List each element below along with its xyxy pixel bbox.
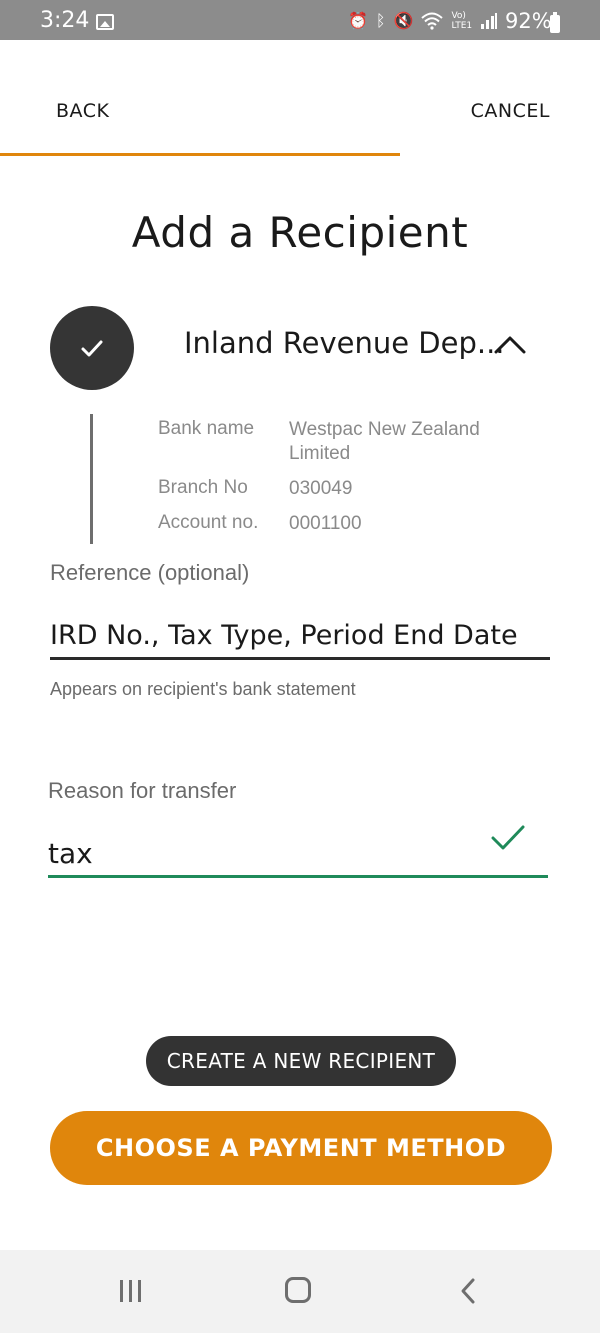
gallery-icon <box>96 14 114 30</box>
reference-label: Reference (optional) <box>50 560 250 585</box>
bluetooth-icon: ᛒ <box>375 11 386 30</box>
branch-no-value: 030049 <box>289 478 353 499</box>
recent-apps-icon[interactable] <box>118 1278 144 1304</box>
check-icon <box>81 340 103 357</box>
wifi-icon <box>421 12 444 30</box>
progress-bar <box>0 153 600 156</box>
volte-icon: Vo) LTE1 <box>451 11 473 31</box>
signal-icon <box>481 13 498 29</box>
bank-name-label: Bank name <box>158 418 255 439</box>
reference-helper-text: Appears on recipient's bank statement <box>50 679 356 699</box>
valid-check-icon <box>491 825 525 850</box>
chevron-up-icon[interactable] <box>492 332 528 356</box>
account-no-label: Account no. <box>158 512 259 533</box>
reason-label: Reason for transfer <box>48 778 237 803</box>
back-arrow-icon[interactable] <box>458 1277 478 1305</box>
alarm-icon: ⏰ <box>348 11 368 30</box>
recipient-name[interactable]: Inland Revenue Dep... <box>184 326 505 360</box>
details-divider <box>90 414 93 544</box>
system-nav-bar <box>0 1250 600 1333</box>
home-icon[interactable] <box>285 1277 311 1303</box>
reference-input[interactable] <box>50 614 550 660</box>
reason-input[interactable] <box>48 832 548 878</box>
page-title: Add a Recipient <box>131 208 469 257</box>
status-bar: 3:24 ⏰ ᛒ 🔇 Vo) LTE1 92% <box>0 0 600 40</box>
bank-name-value: Westpac New Zealand Limited <box>289 419 480 464</box>
cancel-button[interactable]: CANCEL <box>471 100 550 122</box>
progress-fill <box>0 153 401 156</box>
recipient-avatar <box>50 306 134 390</box>
battery-icon <box>550 12 560 33</box>
account-no-value: 0001100 <box>289 513 362 534</box>
back-button[interactable]: BACK <box>56 100 109 122</box>
mute-icon: 🔇 <box>393 11 414 30</box>
branch-no-label: Branch No <box>158 477 248 498</box>
create-new-recipient-button[interactable]: CREATE A NEW RECIPIENT <box>146 1036 456 1086</box>
status-time: 3:24 <box>40 8 90 33</box>
status-icons: ⏰ ᛒ 🔇 Vo) LTE1 <box>348 11 498 31</box>
battery-percent: 92% <box>505 9 552 33</box>
choose-payment-method-button[interactable]: CHOOSE A PAYMENT METHOD <box>50 1111 552 1185</box>
